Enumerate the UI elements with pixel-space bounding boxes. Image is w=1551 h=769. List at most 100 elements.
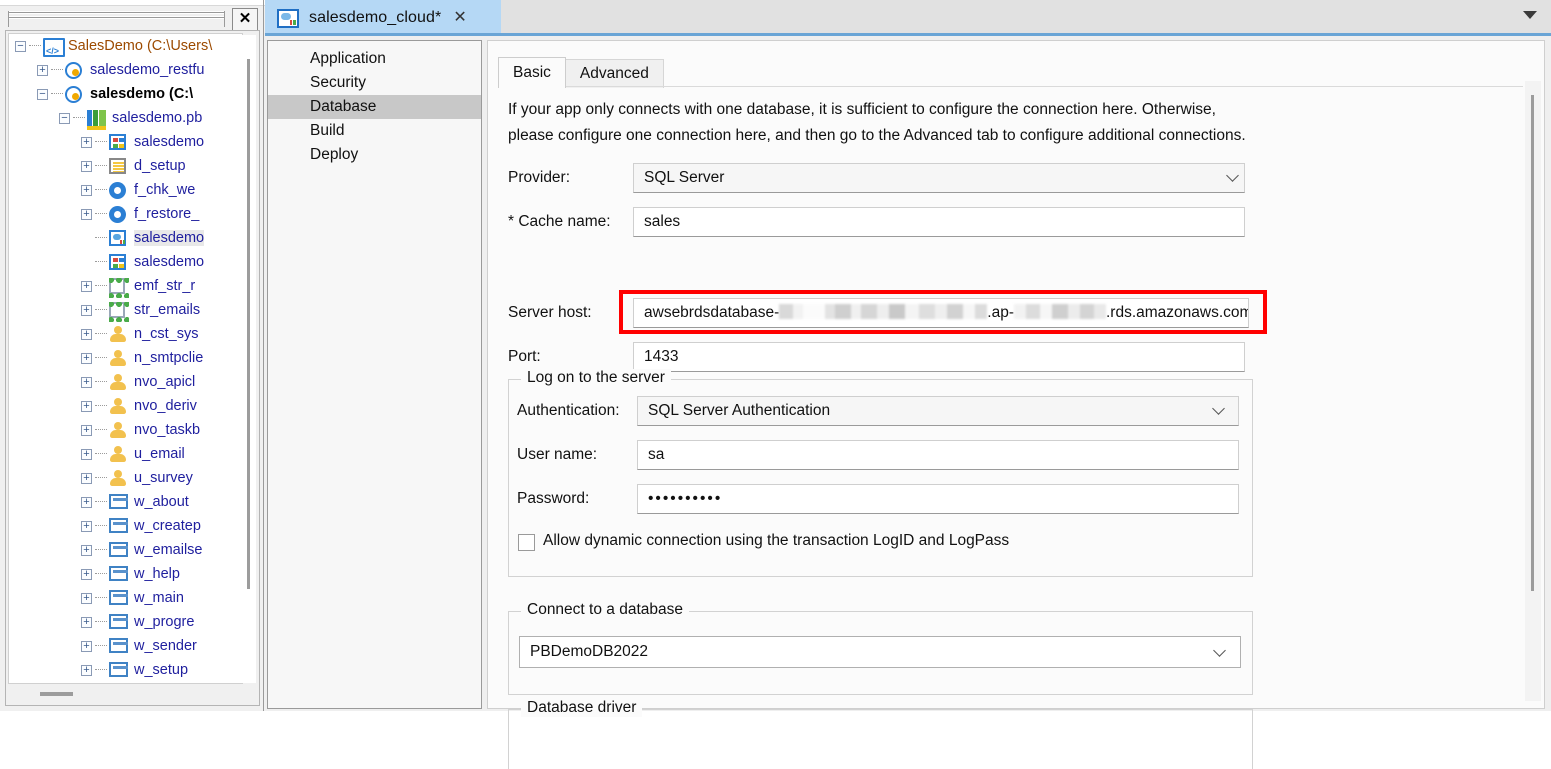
expand-icon[interactable]: + xyxy=(81,449,92,460)
allow-dynamic-connection-checkbox[interactable] xyxy=(518,534,535,551)
chevron-down-icon[interactable] xyxy=(1523,11,1537,19)
expand-icon[interactable]: + xyxy=(81,281,92,292)
expand-icon[interactable]: + xyxy=(81,185,92,196)
tree-item-u_survey[interactable]: +u_survey xyxy=(9,466,242,490)
tree-item-w_main[interactable]: +w_main xyxy=(9,586,242,610)
expand-icon[interactable]: + xyxy=(81,329,92,340)
close-icon[interactable]: ✕ xyxy=(453,10,466,26)
tree-item-w_setup[interactable]: +w_setup xyxy=(9,658,242,682)
system-tree[interactable]: −SalesDemo (C:\Users\+salesdemo_restfu−s… xyxy=(8,33,243,684)
tree-horizontal-scrollbar[interactable] xyxy=(10,686,257,702)
expand-icon[interactable]: + xyxy=(81,377,92,388)
target-icon xyxy=(65,62,85,79)
tree-connector xyxy=(95,549,107,551)
menu-icon xyxy=(109,254,129,271)
expand-icon[interactable]: + xyxy=(81,497,92,508)
tree-item-f_chk_we[interactable]: +f_chk_we xyxy=(9,178,242,202)
collapse-icon[interactable]: − xyxy=(15,41,26,52)
tree-item-salesdemopb[interactable]: − salesdemo.pb xyxy=(9,106,242,130)
expand-icon[interactable]: + xyxy=(37,65,48,76)
tree-item-w_emailse[interactable]: + w_emailse xyxy=(9,538,242,562)
tree-item-label: w_emailse xyxy=(134,542,203,558)
tree-item-w_createp[interactable]: +w_createp xyxy=(9,514,242,538)
expand-icon[interactable]: + xyxy=(81,593,92,604)
nav-item-security[interactable]: Security xyxy=(268,71,481,95)
tree-item-u_email[interactable]: +u_email xyxy=(9,442,242,466)
settings-category-list[interactable]: ApplicationSecurityDatabaseBuildDeploy xyxy=(267,40,482,709)
provider-select[interactable]: SQL Server xyxy=(633,163,1245,193)
tree-item-f_restore_[interactable]: +f_restore_ xyxy=(9,202,242,226)
server-host-input[interactable]: awsebrdsdatabase-.ap-.rds.amazonaws.com xyxy=(633,298,1249,328)
tree-item-emf_str_r[interactable]: +emf_str_r xyxy=(9,274,242,298)
username-input[interactable]: sa xyxy=(637,440,1239,470)
tree-item-w_sender[interactable]: +w_sender xyxy=(9,634,242,658)
window-icon xyxy=(109,542,129,559)
chevron-down-icon[interactable] xyxy=(1215,646,1226,657)
tree-vertical-scrollbar[interactable] xyxy=(242,35,256,683)
tree-spacer xyxy=(81,257,92,268)
nav-item-application[interactable]: Application xyxy=(268,47,481,71)
expand-icon[interactable]: + xyxy=(81,353,92,364)
expand-icon[interactable]: + xyxy=(81,209,92,220)
database-select[interactable]: PBDemoDB2022 xyxy=(519,636,1241,668)
tab-salesdemo-cloud[interactable]: salesdemo_cloud* ✕ xyxy=(265,0,501,36)
tree-item-salesdemoc[interactable]: −salesdemo (C:\ xyxy=(9,82,242,106)
tree-item-nvo_apicl[interactable]: +nvo_apicl xyxy=(9,370,242,394)
panel-tab-advanced[interactable]: Advanced xyxy=(565,59,664,88)
collapse-icon[interactable]: − xyxy=(37,89,48,100)
expand-icon[interactable]: + xyxy=(81,473,92,484)
panel-tabs[interactable]: BasicAdvanced xyxy=(498,57,663,86)
expand-icon[interactable]: + xyxy=(81,617,92,628)
tree-item-d_setup[interactable]: +d_setup xyxy=(9,154,242,178)
dock-gripper[interactable] xyxy=(8,11,225,27)
nav-item-deploy[interactable]: Deploy xyxy=(268,143,481,167)
tree-item-label: nvo_taskb xyxy=(134,422,200,438)
tree-item-n_cst_sys[interactable]: + n_cst_sys xyxy=(9,322,242,346)
tree-item-salesdemocusers[interactable]: −SalesDemo (C:\Users\ xyxy=(9,34,242,58)
tree-item-nvo_taskb[interactable]: + nvo_taskb xyxy=(9,418,242,442)
tree-item-w_about[interactable]: +w_about xyxy=(9,490,242,514)
app-icon xyxy=(43,38,63,55)
expand-icon[interactable]: + xyxy=(81,425,92,436)
expand-icon[interactable]: + xyxy=(81,641,92,652)
panel-tab-basic[interactable]: Basic xyxy=(498,57,566,88)
intro-line-2: please configure one connection here, an… xyxy=(508,123,1508,149)
tree-item-label: salesdemo.pb xyxy=(112,110,202,126)
expand-icon[interactable]: + xyxy=(81,401,92,412)
database-driver-description xyxy=(531,730,1491,736)
tree-item-w_help[interactable]: +w_help xyxy=(9,562,242,586)
expand-icon[interactable]: + xyxy=(81,521,92,532)
port-input[interactable]: 1433 xyxy=(633,342,1245,372)
expand-icon[interactable]: + xyxy=(81,161,92,172)
tree-connector xyxy=(95,357,107,359)
cache-name-input[interactable]: sales xyxy=(633,207,1245,237)
tree-item-salesdemo_restfu[interactable]: +salesdemo_restfu xyxy=(9,58,242,82)
expand-icon[interactable]: + xyxy=(81,545,92,556)
password-input[interactable]: •••••••••• xyxy=(637,484,1239,514)
authentication-select[interactable]: SQL Server Authentication xyxy=(637,396,1239,426)
close-icon[interactable]: ✕ xyxy=(232,8,258,32)
tree-item-str_emails[interactable]: +str_emails xyxy=(9,298,242,322)
expand-icon[interactable]: + xyxy=(81,137,92,148)
expand-icon[interactable]: + xyxy=(81,569,92,580)
tree-item-w_progre[interactable]: +w_progre xyxy=(9,610,242,634)
expand-icon[interactable]: + xyxy=(81,665,92,676)
tree-item-n_smtpclie[interactable]: +n_smtpclie xyxy=(9,346,242,370)
tree-item-label: n_cst_sys xyxy=(134,326,198,342)
tree-item-nvo_deriv[interactable]: +nvo_deriv xyxy=(9,394,242,418)
tree-item-salesdemo[interactable]: +salesdemo xyxy=(9,130,242,154)
host-mid: .ap- xyxy=(987,304,1014,321)
dock-splitter[interactable] xyxy=(263,0,264,711)
main-area: salesdemo_cloud* ✕ ApplicationSecurityDa… xyxy=(265,0,1551,711)
collapse-icon[interactable]: − xyxy=(59,113,70,124)
expand-icon[interactable]: + xyxy=(81,305,92,316)
tree-item-salesdemo[interactable]: salesdemo xyxy=(9,250,242,274)
nav-item-database[interactable]: Database xyxy=(268,95,481,119)
nav-item-build[interactable]: Build xyxy=(268,119,481,143)
host-prefix: awsebrdsdatabase- xyxy=(644,304,779,321)
panel-vertical-scrollbar[interactable] xyxy=(1525,81,1541,701)
chevron-down-icon[interactable] xyxy=(1214,404,1225,415)
chevron-down-icon[interactable] xyxy=(1228,171,1239,182)
database-settings-panel: BasicAdvanced If your app only connects … xyxy=(487,40,1545,709)
tree-item-salesdemo[interactable]: salesdemo xyxy=(9,226,242,250)
